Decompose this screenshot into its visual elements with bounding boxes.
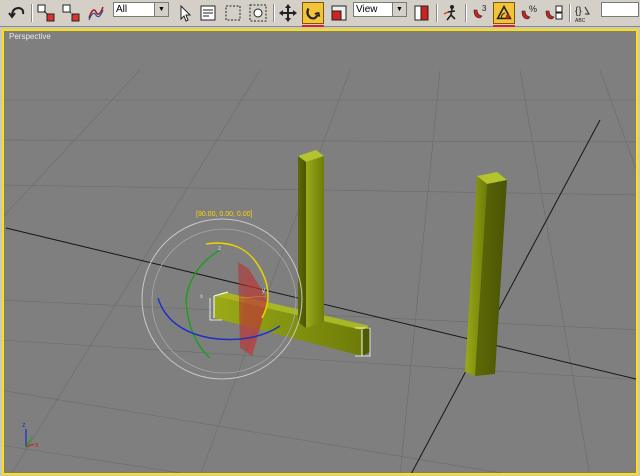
main-toolbar: All ▼ View ▼ 3 % {} ABC (0, 0, 640, 27)
tripod-y-label: y (30, 435, 33, 441)
spinner-snap-toggle-icon[interactable] (543, 2, 565, 24)
select-and-manipulate-icon[interactable] (440, 2, 462, 24)
viewport-scene: z y x z x y (4, 69, 636, 473)
rectangular-selection-region-icon[interactable] (222, 2, 244, 24)
chevron-down-icon: ▼ (392, 3, 406, 16)
select-and-rotate-icon[interactable] (302, 2, 324, 27)
perspective-viewport[interactable]: Perspective z y x z x y [90.00, 0.00, 0.… (2, 29, 638, 475)
chevron-down-icon: ▼ (154, 3, 168, 16)
tripod-x-label: x (35, 442, 39, 449)
select-object-icon[interactable] (173, 2, 195, 24)
gizmo-y-axis-label: y (262, 288, 265, 294)
svg-text:3: 3 (482, 4, 487, 13)
edit-named-selections-icon[interactable]: {} ABC (573, 2, 595, 24)
rotate-gizmo[interactable]: z y x (141, 218, 303, 380)
axis-tripod: z x y (22, 422, 39, 449)
use-pivot-point-center-icon[interactable] (410, 2, 432, 24)
tripod-z-label: z (22, 422, 26, 429)
snaps-toggle-icon[interactable]: 3 (469, 2, 491, 24)
undo-icon[interactable] (6, 2, 28, 24)
gizmo-z-axis-label: z (218, 246, 221, 252)
select-and-move-icon[interactable] (277, 2, 299, 24)
svg-text:ABC: ABC (575, 18, 586, 24)
select-and-scale-icon[interactable] (328, 2, 350, 24)
object-t-bar-horizontal[interactable] (209, 291, 371, 357)
reference-coordinate-dropdown[interactable]: View ▼ (353, 2, 407, 17)
window-crossing-icon[interactable] (247, 2, 269, 24)
selection-filter-value: All (116, 4, 128, 15)
named-selection-sets-field[interactable] (601, 2, 639, 17)
select-by-name-icon[interactable] (197, 2, 219, 24)
unlink-selection-icon[interactable] (60, 2, 82, 24)
object-post-right[interactable] (465, 172, 507, 376)
svg-text:{}: {} (575, 6, 582, 17)
svg-text:%: % (529, 4, 537, 14)
select-and-link-icon[interactable] (35, 2, 57, 24)
gizmo-x-axis-label: x (200, 294, 203, 300)
percent-snap-toggle-icon[interactable]: % (518, 2, 540, 24)
angle-snap-toggle-icon[interactable] (493, 2, 515, 27)
rotation-angle-readout: [90.00, 0.00, 0.00] (196, 211, 253, 218)
selection-filter-dropdown[interactable]: All ▼ (113, 2, 169, 17)
reference-coordinate-value: View (356, 4, 378, 15)
bind-to-space-warp-icon[interactable] (85, 2, 107, 24)
